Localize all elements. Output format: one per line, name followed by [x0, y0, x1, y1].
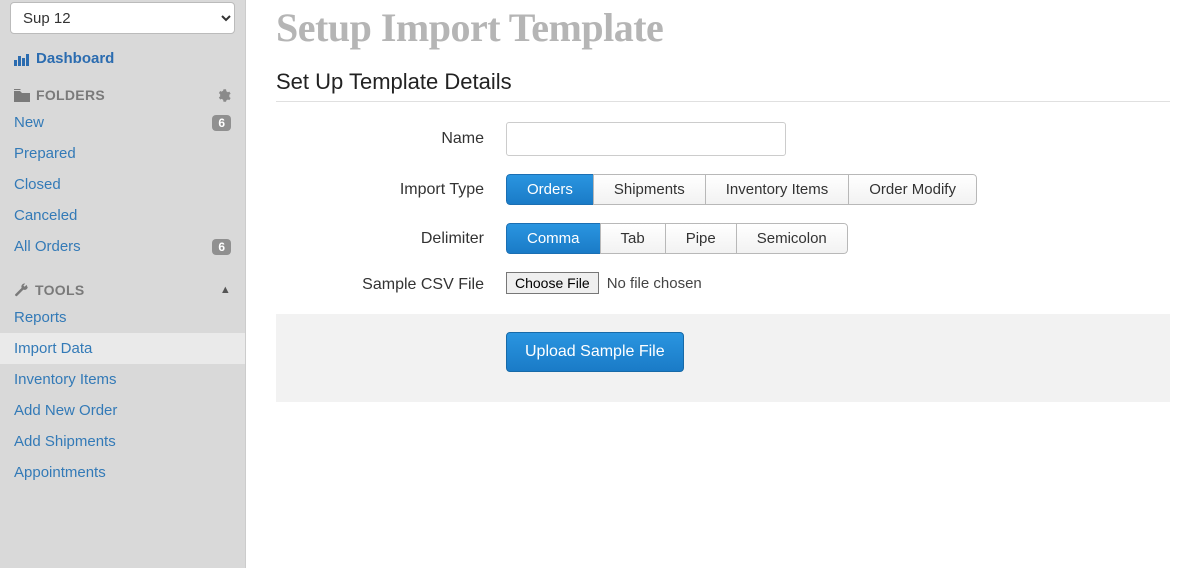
sidebar-tool-item[interactable]: Import Data [0, 333, 245, 364]
sidebar-tool-item[interactable]: Inventory Items [0, 364, 245, 395]
sidebar-item-label: Prepared [14, 145, 76, 162]
delimiter-option[interactable]: Semicolon [736, 223, 848, 254]
sidebar-folder-item[interactable]: Closed [0, 169, 245, 200]
sidebar-tool-item[interactable]: Appointments [0, 457, 245, 488]
main-content: Setup Import Template Set Up Template De… [246, 0, 1200, 568]
delimiter-label: Delimiter [276, 230, 506, 248]
delimiter-option[interactable]: Tab [600, 223, 666, 254]
sidebar-folder-item[interactable]: Prepared [0, 138, 245, 169]
sidebar-folder-item[interactable]: All Orders 6 [0, 231, 245, 262]
sidebar-item-label: Reports [14, 309, 67, 326]
section-title: Set Up Template Details [276, 69, 1170, 95]
folder-icon [14, 89, 30, 102]
name-input[interactable] [506, 122, 786, 156]
tools-header: TOOLS ▲ [0, 272, 245, 302]
upload-sample-button[interactable]: Upload Sample File [506, 332, 684, 372]
sidebar-folder-item[interactable]: New 6 [0, 107, 245, 138]
import-type-group: OrdersShipmentsInventory ItemsOrder Modi… [506, 174, 977, 205]
delimiter-group: CommaTabPipeSemicolon [506, 223, 848, 254]
delimiter-option[interactable]: Comma [506, 223, 601, 254]
caret-up-icon[interactable]: ▲ [220, 284, 231, 296]
sidebar-item-label: Closed [14, 176, 61, 193]
sidebar-tool-item[interactable]: Reports [0, 302, 245, 333]
import-type-label: Import Type [276, 181, 506, 199]
folders-header-label: FOLDERS [36, 87, 105, 103]
sidebar-item-label: Add Shipments [14, 433, 116, 450]
dashboard-link[interactable]: Dashboard [0, 42, 245, 77]
folders-header: FOLDERS [0, 77, 245, 107]
name-label: Name [276, 130, 506, 148]
chart-icon [14, 52, 30, 66]
sidebar: Sup 12 Dashboard FOLDERS New 6 Prepared Clo… [0, 0, 246, 568]
sidebar-item-label: Import Data [14, 340, 92, 357]
wrench-icon [14, 283, 29, 298]
import-type-option[interactable]: Inventory Items [705, 174, 850, 205]
count-badge: 6 [212, 115, 231, 131]
sidebar-item-label: Add New Order [14, 402, 117, 419]
count-badge: 6 [212, 239, 231, 255]
sidebar-item-label: All Orders [14, 238, 81, 255]
page-title: Setup Import Template [276, 4, 1170, 51]
file-status: No file chosen [607, 275, 702, 292]
supplier-select[interactable]: Sup 12 [10, 2, 235, 34]
sample-csv-label: Sample CSV File [276, 272, 506, 294]
delimiter-option[interactable]: Pipe [665, 223, 737, 254]
choose-file-button[interactable]: Choose File [506, 272, 599, 294]
gear-icon[interactable] [216, 88, 231, 103]
sidebar-tool-item[interactable]: Add Shipments [0, 426, 245, 457]
import-type-option[interactable]: Shipments [593, 174, 706, 205]
divider [276, 101, 1170, 102]
dashboard-label: Dashboard [36, 50, 114, 67]
sidebar-item-label: New [14, 114, 44, 131]
actions-bar: Upload Sample File [276, 314, 1170, 402]
sidebar-item-label: Appointments [14, 464, 106, 481]
import-type-option[interactable]: Order Modify [848, 174, 977, 205]
sidebar-tool-item[interactable]: Add New Order [0, 395, 245, 426]
sidebar-item-label: Inventory Items [14, 371, 117, 388]
import-type-option[interactable]: Orders [506, 174, 594, 205]
sidebar-item-label: Canceled [14, 207, 77, 224]
tools-header-label: TOOLS [35, 282, 84, 298]
sidebar-folder-item[interactable]: Canceled [0, 200, 245, 231]
